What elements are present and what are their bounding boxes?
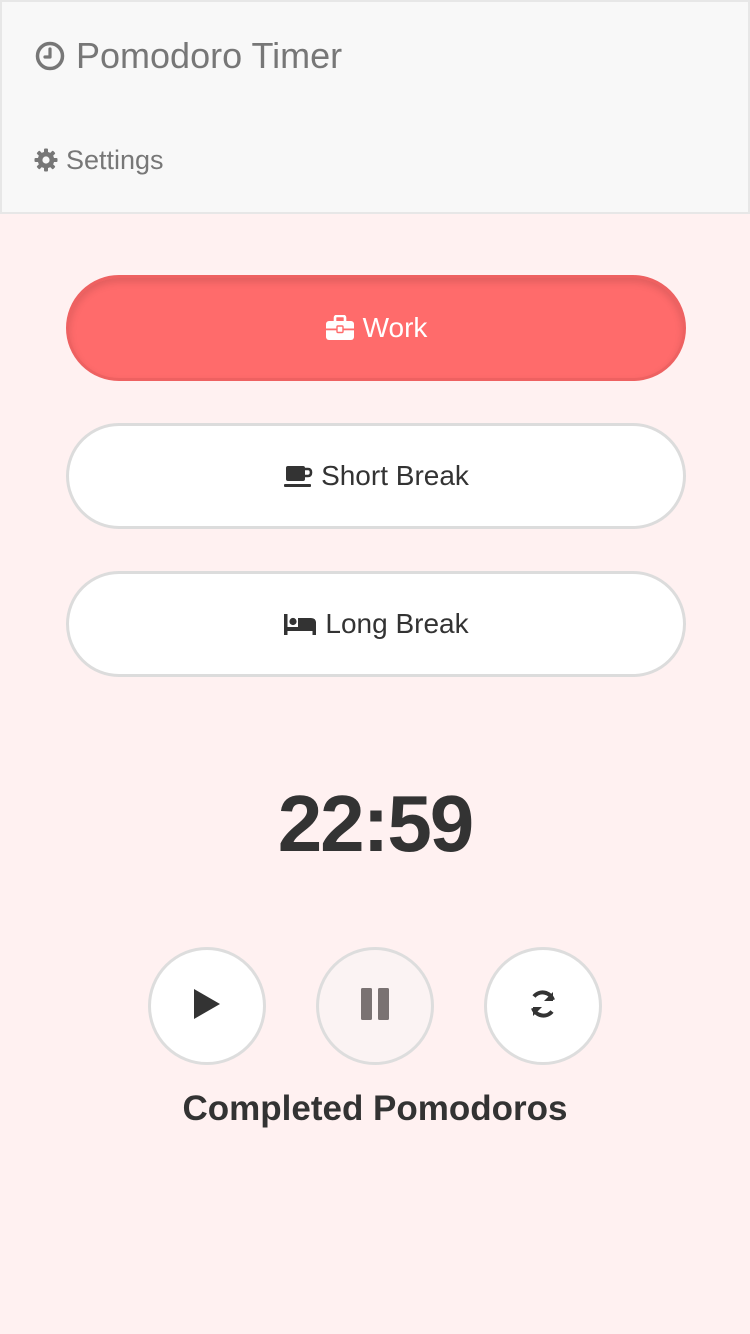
bed-icon — [283, 612, 317, 636]
pause-button[interactable] — [316, 947, 434, 1065]
short-break-label: Short Break — [321, 460, 469, 491]
app-brand[interactable]: Pomodoro Timer — [34, 36, 342, 76]
play-icon — [191, 987, 223, 1026]
work-mode-label: Work — [362, 312, 428, 343]
long-break-mode-button[interactable]: Long Break — [66, 571, 686, 677]
settings-link[interactable]: Settings — [34, 144, 164, 176]
gear-icon — [34, 148, 58, 172]
work-mode-button[interactable]: Work — [66, 275, 686, 381]
briefcase-icon — [325, 315, 355, 341]
app-title: Pomodoro Timer — [76, 35, 343, 76]
app-header: Pomodoro Timer Settings — [0, 0, 750, 214]
pause-icon — [359, 987, 391, 1026]
refresh-icon — [526, 987, 560, 1026]
long-break-label: Long Break — [325, 608, 469, 639]
reset-button[interactable] — [484, 947, 602, 1065]
short-break-mode-button[interactable]: Short Break — [66, 423, 686, 529]
settings-label: Settings — [66, 145, 164, 175]
completed-pomodoros-label: Completed Pomodoros — [182, 1089, 568, 1128]
coffee-cup-icon — [283, 463, 313, 489]
timer-display: 22:59 — [277, 779, 475, 868]
clock-icon — [34, 40, 66, 72]
start-button[interactable] — [148, 947, 266, 1065]
